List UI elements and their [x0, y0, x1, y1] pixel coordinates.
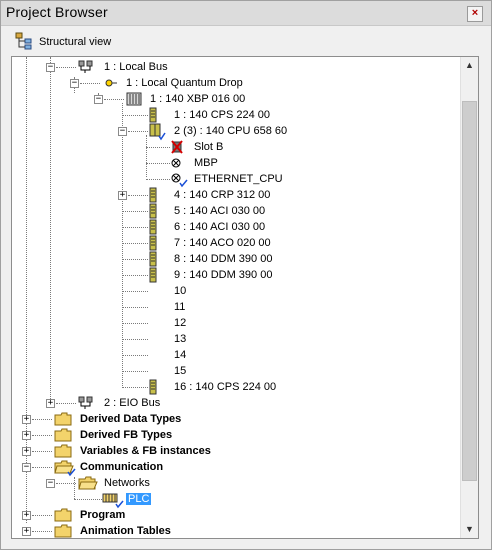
project-browser-window: Project Browser × Structural view − − − … — [0, 0, 492, 550]
scroll-up-arrow-icon[interactable]: ▲ — [461, 57, 478, 74]
slot-b-icon — [171, 140, 183, 154]
collapse-networks[interactable]: − — [46, 479, 55, 488]
structural-view-icon[interactable] — [15, 32, 33, 50]
collapse-local-drop[interactable]: − — [70, 79, 79, 88]
expand-eio-bus[interactable]: + — [46, 399, 55, 408]
vertical-scrollbar[interactable]: ▲ ▼ — [460, 57, 478, 538]
folder-icon — [54, 524, 72, 538]
scroll-down-arrow-icon[interactable]: ▼ — [461, 521, 478, 538]
tree-node-derived-fb-types[interactable]: Derived FB Types — [80, 427, 172, 443]
tree-node-slot-10[interactable]: 10 — [174, 283, 186, 299]
collapse-communication[interactable]: − — [22, 463, 31, 472]
tree-node-slot-6[interactable]: 6 : 140 ACI 030 00 — [174, 219, 265, 235]
module-icon — [149, 235, 157, 251]
tree-node-slot-4[interactable]: 4 : 140 CRP 312 00 — [174, 187, 270, 203]
tree-node-animation-tables[interactable]: Animation Tables — [80, 523, 171, 538]
folder-icon — [54, 444, 72, 458]
tree-node-local-drop[interactable]: 1 : Local Quantum Drop — [126, 75, 243, 91]
tree-node-plc[interactable]: PLC — [126, 491, 152, 507]
tree-node-slot-7[interactable]: 7 : 140 ACO 020 00 — [174, 235, 271, 251]
structural-view-label[interactable]: Structural view — [39, 36, 111, 48]
tree-node-mbp[interactable]: MBP — [194, 155, 218, 171]
tree-node-slot-2[interactable]: 2 (3) : 140 CPU 658 60 — [174, 123, 287, 139]
project-tree[interactable]: − − − − + + + + + − − + + 1 : Local Bus … — [11, 56, 479, 539]
bus-icon — [78, 60, 93, 73]
tree-node-slot-11[interactable]: 11 — [174, 299, 185, 315]
collapse-cpu[interactable]: − — [118, 127, 127, 136]
collapse-local-bus[interactable]: − — [46, 63, 55, 72]
expand-derived-data[interactable]: + — [22, 415, 31, 424]
drop-icon — [105, 79, 117, 87]
tree-node-slot-13[interactable]: 13 — [174, 331, 186, 347]
module-icon — [149, 267, 157, 283]
tree-node-local-bus[interactable]: 1 : Local Bus — [104, 59, 168, 75]
cpu-module-icon — [149, 123, 166, 141]
tree-node-networks[interactable]: Networks — [104, 475, 150, 491]
tree-node-communication[interactable]: Communication — [80, 459, 163, 475]
tree-node-slot-14[interactable]: 14 — [174, 347, 186, 363]
tree-node-rack[interactable]: 1 : 140 XBP 016 00 — [150, 91, 245, 107]
rack-icon — [126, 92, 142, 106]
tree-node-slot-16[interactable]: 16 : 140 CPS 224 00 — [174, 379, 276, 395]
tree-node-slot-1[interactable]: 1 : 140 CPS 224 00 — [174, 107, 270, 123]
tree-node-program[interactable]: Program — [80, 507, 125, 523]
tree-node-slot-8[interactable]: 8 : 140 DDM 390 00 — [174, 251, 272, 267]
folder-icon — [54, 508, 72, 522]
port-icon — [171, 158, 181, 168]
tree-node-slot-9[interactable]: 9 : 140 DDM 390 00 — [174, 267, 272, 283]
tree-node-variables[interactable]: Variables & FB instances — [80, 443, 211, 459]
toolbar: Structural view — [1, 26, 491, 56]
folder-icon — [54, 412, 72, 426]
tree-node-ethernet-cpu[interactable]: ETHERNET_CPU — [194, 171, 283, 187]
tree-node-slot-5[interactable]: 5 : 140 ACI 030 00 — [174, 203, 265, 219]
tree-node-derived-data-types[interactable]: Derived Data Types — [80, 411, 181, 427]
expand-derived-fb[interactable]: + — [22, 431, 31, 440]
open-folder-icon — [54, 460, 76, 477]
tree-node-slot-15[interactable]: 15 — [174, 363, 186, 379]
expand-animation[interactable]: + — [22, 527, 31, 536]
tree-node-eio-bus[interactable]: 2 : EIO Bus — [104, 395, 160, 411]
open-folder-icon — [78, 476, 98, 490]
tree-node-slot-12[interactable]: 12 — [174, 315, 186, 331]
collapse-rack[interactable]: − — [94, 95, 103, 104]
module-icon — [149, 203, 157, 219]
module-icon — [149, 219, 157, 235]
close-button[interactable]: × — [467, 6, 483, 22]
module-icon — [149, 251, 157, 267]
module-icon — [149, 379, 157, 395]
module-icon — [149, 187, 157, 203]
window-title: Project Browser — [6, 4, 108, 20]
module-icon — [149, 107, 157, 123]
folder-icon — [54, 428, 72, 442]
scrollbar-thumb[interactable] — [462, 101, 477, 481]
expand-program[interactable]: + — [22, 511, 31, 520]
tree-node-slot-b[interactable]: Slot B — [194, 139, 223, 155]
expand-variables[interactable]: + — [22, 447, 31, 456]
bus-icon — [78, 396, 93, 409]
expand-crp[interactable]: + — [118, 191, 127, 200]
plc-label[interactable]: PLC — [126, 493, 152, 505]
title-bar: Project Browser × — [1, 1, 491, 26]
